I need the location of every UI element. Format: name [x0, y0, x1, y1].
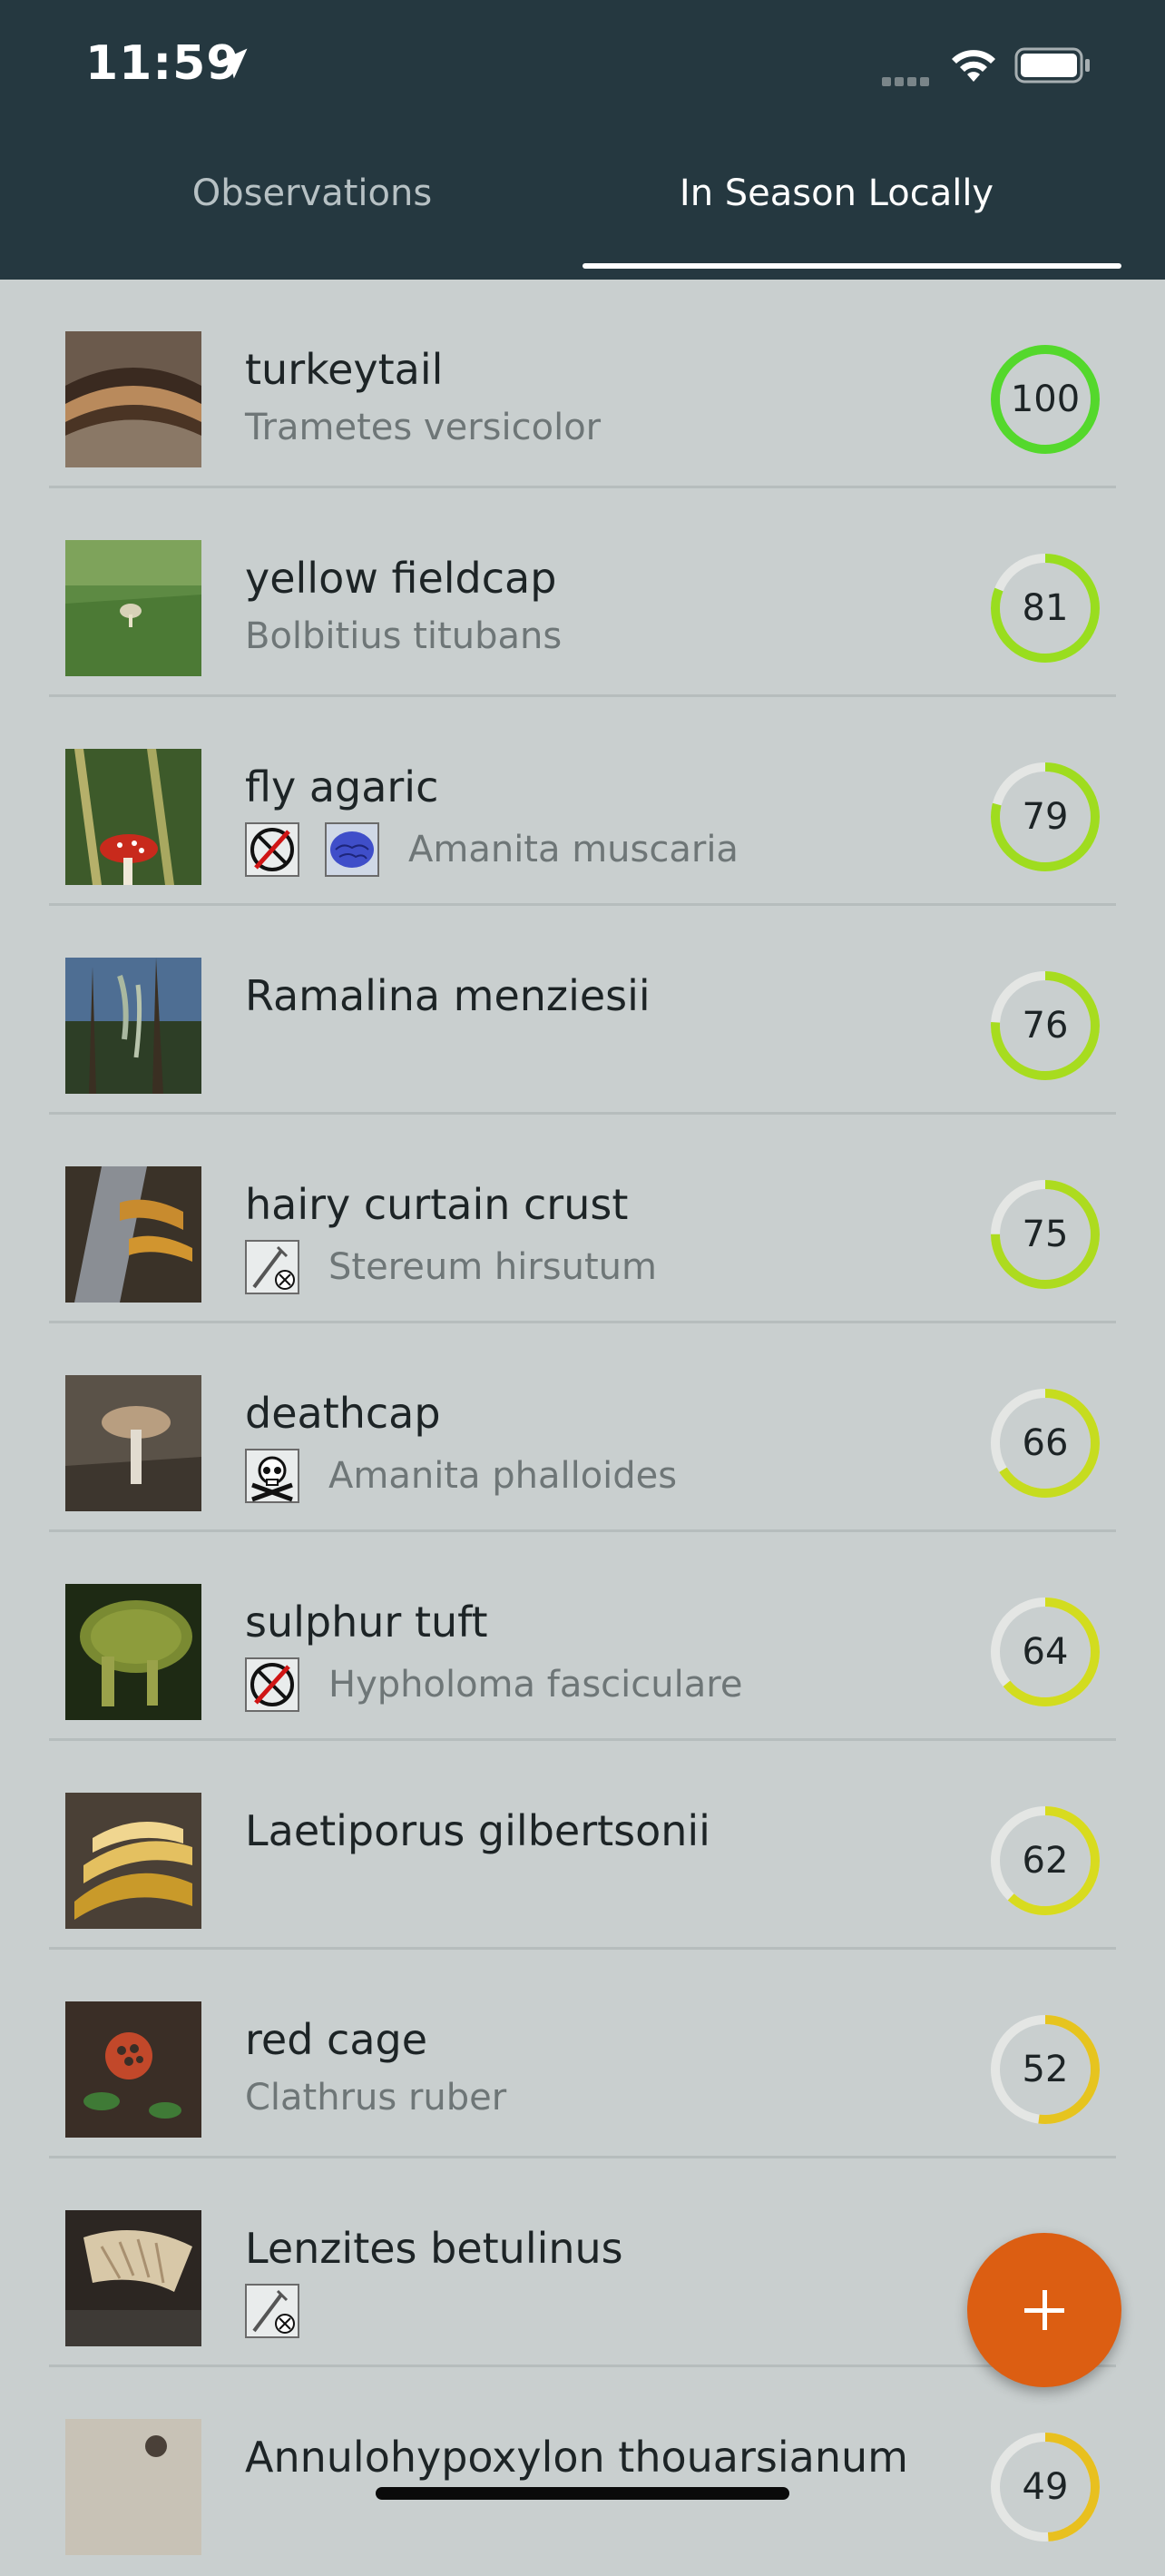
species-photo: [65, 1793, 201, 1929]
tab-observations[interactable]: Observations: [58, 172, 566, 214]
not-edible-icon: [245, 1657, 299, 1712]
score-value: 81: [1022, 587, 1069, 629]
list-item[interactable]: turkeytail Trametes versicolor 100: [0, 280, 1165, 488]
common-name: hairy curtain crust: [245, 1180, 629, 1229]
app-header: 11:59 Observations In Season Locally: [0, 0, 1165, 280]
season-score: 64: [989, 1596, 1101, 1708]
scientific-name: Trametes versicolor: [245, 407, 602, 448]
score-value: 49: [1022, 2466, 1069, 2508]
not-edible-icon: [245, 822, 299, 877]
scientific-name: Stereum hirsutum: [328, 1246, 657, 1288]
poison-skull-icon: [245, 1449, 299, 1503]
score-value: 75: [1022, 1214, 1069, 1255]
list-item[interactable]: fly agaric Amanita muscaria 79: [0, 697, 1165, 906]
badge-row: Amanita phalloides: [245, 1449, 677, 1503]
species-photo: [65, 2001, 201, 2138]
badge-row: [245, 2284, 325, 2338]
species-photo: [65, 540, 201, 676]
list-item[interactable]: Ramalina menziesii 76: [0, 906, 1165, 1115]
home-indicator[interactable]: [376, 2487, 789, 2500]
common-name: Ramalina menziesii: [245, 971, 651, 1020]
species-photo: [65, 2419, 201, 2555]
species-photo: [65, 1166, 201, 1303]
score-value: 79: [1022, 796, 1069, 838]
cellular-signal-icon: [882, 73, 933, 90]
list-item[interactable]: red cage Clathrus ruber 52: [0, 1950, 1165, 2158]
inedible-fork-icon: [245, 1240, 299, 1294]
season-score: 66: [989, 1387, 1101, 1499]
list-item[interactable]: Annulohypoxylon thouarsianum 49: [0, 2367, 1165, 2576]
score-value: 62: [1022, 1840, 1069, 1882]
season-score: 100: [989, 343, 1101, 456]
species-photo: [65, 1375, 201, 1511]
common-name: yellow fieldcap: [245, 554, 557, 603]
scientific-name: Amanita muscaria: [408, 829, 739, 870]
list-item[interactable]: sulphur tuft Hypholoma fasciculare 64: [0, 1532, 1165, 1741]
score-value: 76: [1022, 1005, 1069, 1047]
list-item[interactable]: hairy curtain crust Stereum hirsutum 75: [0, 1115, 1165, 1323]
badge-row: Amanita muscaria: [245, 822, 739, 877]
species-list: turkeytail Trametes versicolor 100 yello…: [0, 280, 1165, 2576]
list-item[interactable]: deathcap Amanita phalloides 66: [0, 1323, 1165, 1532]
score-value: 66: [1022, 1422, 1069, 1464]
season-score: 52: [989, 2013, 1101, 2126]
scientific-name: Amanita phalloides: [328, 1455, 678, 1497]
score-value: 64: [1022, 1631, 1069, 1673]
scientific-name: Hypholoma fasciculare: [328, 1664, 743, 1706]
badge-row: Hypholoma fasciculare: [245, 1657, 742, 1712]
location-arrow-icon: [217, 48, 248, 79]
common-name: red cage: [245, 2015, 428, 2064]
common-name: turkeytail: [245, 345, 444, 394]
badge-row: Stereum hirsutum: [245, 1240, 657, 1294]
common-name: Laetiporus gilbertsonii: [245, 1806, 710, 1855]
inedible-fork-icon: [245, 2284, 299, 2338]
list-item[interactable]: Laetiporus gilbertsonii 62: [0, 1741, 1165, 1950]
common-name: Lenzites betulinus: [245, 2224, 623, 2273]
add-observation-button[interactable]: [967, 2233, 1121, 2387]
species-photo: [65, 958, 201, 1094]
scientific-name: Clathrus ruber: [245, 2077, 507, 2119]
season-score: 79: [989, 761, 1101, 873]
season-score: 81: [989, 552, 1101, 664]
species-photo: [65, 749, 201, 885]
active-tab-indicator: [582, 263, 1121, 269]
species-photo: [65, 331, 201, 467]
common-name: Annulohypoxylon thouarsianum: [245, 2433, 908, 2482]
plus-icon: [1024, 2290, 1064, 2330]
list-item[interactable]: yellow fieldcap Bolbitius titubans 81: [0, 488, 1165, 697]
scientific-name: Bolbitius titubans: [245, 615, 563, 657]
common-name: fly agaric: [245, 762, 439, 811]
season-score: 76: [989, 969, 1101, 1082]
wifi-icon: [952, 50, 995, 82]
season-score: 49: [989, 2431, 1101, 2543]
season-score: 75: [989, 1178, 1101, 1291]
common-name: sulphur tuft: [245, 1598, 488, 1647]
season-score: 62: [989, 1804, 1101, 1917]
common-name: deathcap: [245, 1389, 441, 1438]
species-photo: [65, 2210, 201, 2346]
psychoactive-brain-icon: [325, 822, 379, 877]
tab-in-season-locally[interactable]: In Season Locally: [582, 172, 1091, 214]
species-photo: [65, 1584, 201, 1720]
battery-icon: [1014, 47, 1090, 84]
score-value: 52: [1022, 2049, 1069, 2090]
score-value: 100: [1010, 379, 1081, 420]
